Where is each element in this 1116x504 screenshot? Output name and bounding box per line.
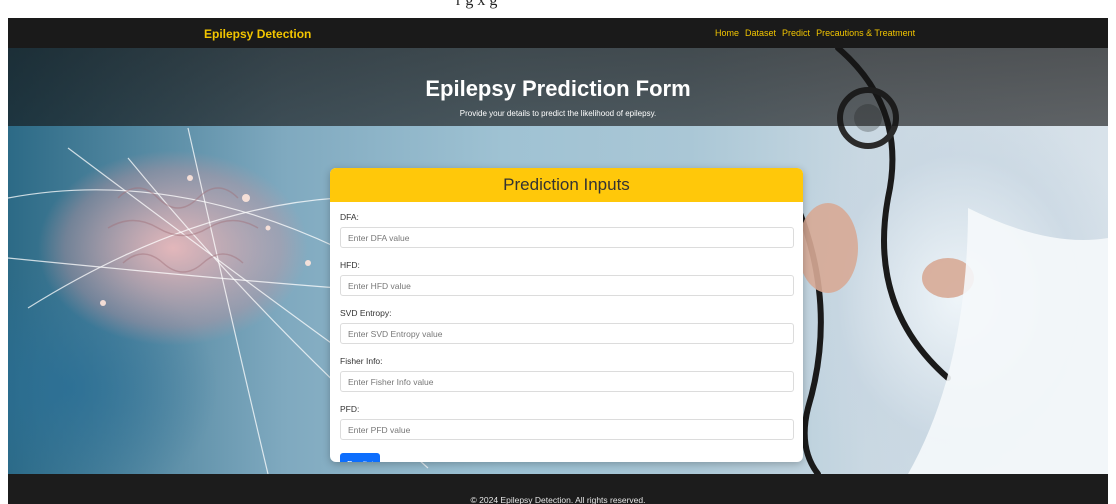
pfd-input[interactable] (340, 419, 794, 440)
fisher-info-input[interactable] (340, 371, 794, 392)
nav-link-precautions[interactable]: Precautions & Treatment (816, 28, 915, 38)
nav-links: Home Dataset Predict Precautions & Treat… (715, 28, 915, 38)
page-title: Epilepsy Prediction Form (425, 76, 691, 101)
navbar: Epilepsy Detection Home Dataset Predict … (8, 18, 1108, 48)
hfd-input[interactable] (340, 275, 794, 296)
nav-link-dataset[interactable]: Dataset (745, 28, 776, 38)
predict-button[interactable]: Predict (340, 453, 381, 462)
hfd-label: HFD: (340, 260, 360, 270)
page-subtitle: Provide your details to predict the like… (459, 109, 657, 118)
footer-copyright: © 2024 Epilepsy Detection. All rights re… (470, 495, 646, 504)
pfd-label: PFD: (340, 404, 360, 414)
nav-link-predict[interactable]: Predict (782, 28, 810, 38)
svd-entropy-label: SVD Entropy: (340, 308, 392, 318)
dfa-label: DFA: (340, 212, 359, 222)
dfa-input[interactable] (340, 227, 794, 248)
form-card-title: Prediction Inputs (503, 175, 630, 194)
page: Epilepsy Detection Home Dataset Predict … (8, 18, 1108, 504)
svd-entropy-input[interactable] (340, 323, 794, 344)
form-card-header: Prediction Inputs (330, 168, 803, 202)
nav-link-home[interactable]: Home (715, 28, 739, 38)
page-top-caption: r g x g (0, 0, 1116, 18)
footer: © 2024 Epilepsy Detection. All rights re… (8, 474, 1108, 504)
top-caption-text: r g x g (456, 0, 498, 9)
prediction-form-card: Prediction Inputs DFA: HFD: SVD Entropy:… (330, 168, 803, 462)
prediction-form: DFA: HFD: SVD Entropy: Fisher Info: PFD:… (330, 202, 803, 462)
brand-link[interactable]: Epilepsy Detection (204, 27, 311, 41)
fisher-info-label: Fisher Info: (340, 356, 383, 366)
